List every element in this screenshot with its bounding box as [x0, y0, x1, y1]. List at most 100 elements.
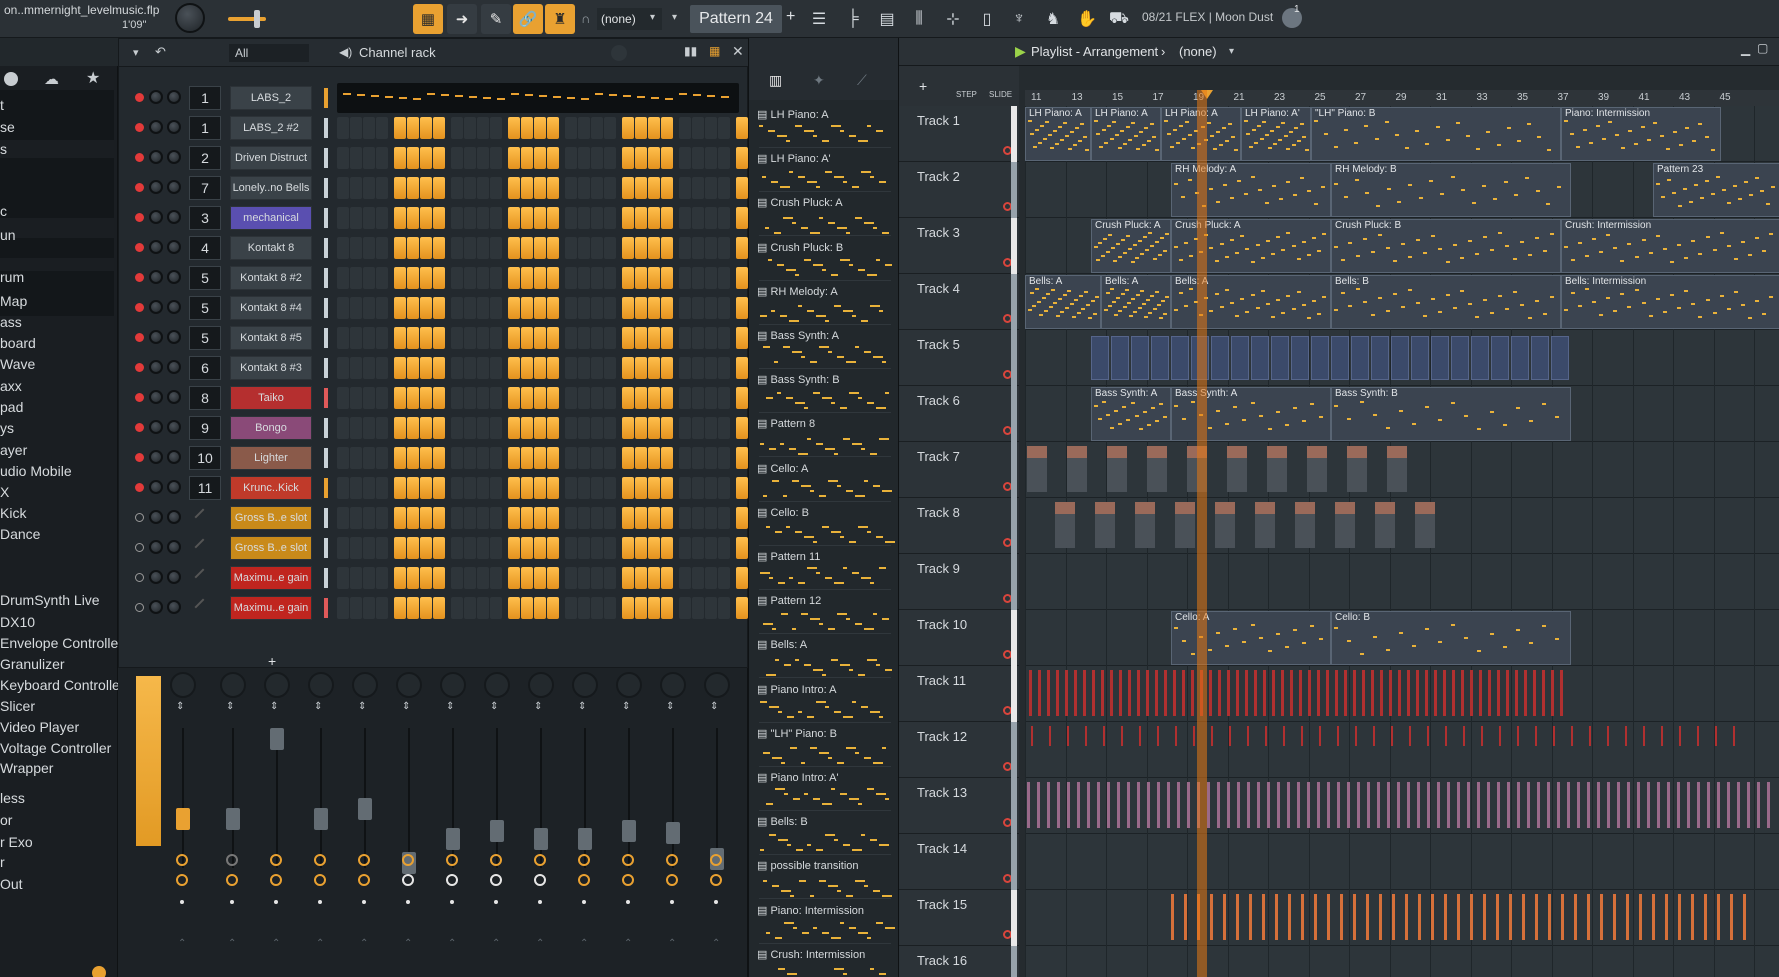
step-button[interactable]: [508, 207, 520, 229]
step-button[interactable]: [376, 567, 388, 589]
step-button[interactable]: [337, 417, 349, 439]
step-button[interactable]: [692, 297, 704, 319]
audio-hit[interactable]: [1553, 726, 1555, 746]
fader-handle[interactable]: [176, 808, 190, 830]
step-button[interactable]: [604, 177, 616, 199]
track-select-bar[interactable]: [1011, 778, 1017, 834]
track-header[interactable]: Track 2: [899, 162, 1019, 218]
step-button[interactable]: [591, 177, 603, 199]
step-button[interactable]: [337, 537, 349, 559]
mixer-knob-icon[interactable]: [176, 854, 188, 866]
step-button[interactable]: [718, 267, 730, 289]
fader-handle[interactable]: [534, 828, 548, 850]
master-pitch-slider[interactable]: [228, 17, 266, 21]
step-button[interactable]: [578, 207, 590, 229]
step-button[interactable]: [661, 117, 673, 139]
step-button[interactable]: [565, 297, 577, 319]
step-button[interactable]: [363, 267, 375, 289]
audio-hit[interactable]: [1717, 894, 1720, 940]
step-button[interactable]: [622, 447, 634, 469]
step-button[interactable]: [622, 117, 634, 139]
audio-hit[interactable]: [1589, 726, 1591, 746]
step-button[interactable]: [635, 177, 647, 199]
mixer-send-knob[interactable]: [440, 672, 466, 698]
step-button[interactable]: [736, 477, 748, 499]
playhead-marker[interactable]: [1197, 90, 1207, 977]
step-button[interactable]: [565, 207, 577, 229]
channel-select-bar[interactable]: [324, 568, 328, 588]
audio-hit[interactable]: [1597, 782, 1600, 828]
track-select-bar[interactable]: [1011, 106, 1017, 162]
step-button[interactable]: [490, 387, 502, 409]
step-button[interactable]: [635, 537, 647, 559]
add-pattern-button[interactable]: +: [786, 8, 795, 26]
step-button[interactable]: [350, 477, 362, 499]
audio-hit[interactable]: [1236, 670, 1239, 716]
step-button[interactable]: [508, 177, 520, 199]
audio-hit[interactable]: [1417, 782, 1420, 828]
audio-hit[interactable]: [1049, 726, 1051, 746]
audio-hit[interactable]: [1479, 670, 1482, 716]
step-button[interactable]: [376, 267, 388, 289]
step-button[interactable]: [464, 447, 476, 469]
mixer-knob-icon[interactable]: [270, 854, 282, 866]
step-button[interactable]: [578, 537, 590, 559]
step-button[interactable]: [420, 177, 432, 199]
audio-hit[interactable]: [1377, 782, 1380, 828]
drum-hit-clip[interactable]: [1295, 502, 1315, 548]
mixer-send-knob[interactable]: [704, 672, 730, 698]
step-button[interactable]: [565, 177, 577, 199]
step-label[interactable]: STEP: [956, 90, 977, 99]
step-button[interactable]: [337, 507, 349, 529]
audio-hit[interactable]: [1281, 670, 1284, 716]
audio-hit[interactable]: [1561, 894, 1564, 940]
step-button[interactable]: [433, 507, 445, 529]
browser-item[interactable]: DrumSynth Live: [0, 590, 100, 610]
picker-pattern-item[interactable]: ▤ Piano: Intermission: [757, 904, 895, 948]
step-button[interactable]: [521, 117, 533, 139]
step-button[interactable]: [350, 177, 362, 199]
step-button[interactable]: [337, 327, 349, 349]
step-button[interactable]: [420, 357, 432, 379]
pattern-clip[interactable]: LH Piano: A': [1241, 107, 1311, 161]
audio-hit[interactable]: [1397, 782, 1400, 828]
browser-item[interactable]: ys: [0, 418, 14, 438]
track-select-bar[interactable]: [1011, 890, 1017, 946]
channel-select-bar[interactable]: [324, 508, 328, 528]
step-button[interactable]: [679, 147, 691, 169]
mixer-send-knob[interactable]: [484, 672, 510, 698]
audio-hit[interactable]: [1405, 894, 1408, 940]
audio-hit[interactable]: [1537, 782, 1540, 828]
step-button[interactable]: [490, 447, 502, 469]
drum-hit-clip[interactable]: [1147, 446, 1167, 492]
mixer-knob-icon[interactable]: [402, 854, 414, 866]
picker-pattern-item[interactable]: ▤ possible transition: [757, 859, 893, 903]
mixer-route-icon[interactable]: ⌃: [580, 938, 588, 949]
step-button[interactable]: [477, 327, 489, 349]
step-button[interactable]: [705, 477, 717, 499]
step-button[interactable]: [407, 567, 419, 589]
step-button[interactable]: [376, 237, 388, 259]
step-button[interactable]: [451, 297, 463, 319]
audio-hit[interactable]: [1367, 782, 1370, 828]
step-button[interactable]: [679, 237, 691, 259]
audio-hit[interactable]: [1167, 782, 1170, 828]
draw-tool-icon[interactable]: ✎: [481, 4, 511, 34]
step-button[interactable]: [534, 417, 546, 439]
step-button[interactable]: [718, 207, 730, 229]
step-button[interactable]: [477, 237, 489, 259]
audio-hit[interactable]: [1757, 782, 1760, 828]
step-button[interactable]: [363, 237, 375, 259]
audio-hit[interactable]: [1391, 726, 1393, 746]
step-button[interactable]: [565, 537, 577, 559]
audio-hit[interactable]: [1237, 782, 1240, 828]
audio-hit[interactable]: [1697, 726, 1699, 746]
step-button[interactable]: [508, 387, 520, 409]
audio-hit[interactable]: [1613, 894, 1616, 940]
audio-hit[interactable]: [1227, 782, 1230, 828]
step-button[interactable]: [490, 597, 502, 619]
audio-hit[interactable]: [1517, 782, 1520, 828]
step-button[interactable]: [394, 567, 406, 589]
step-button[interactable]: [534, 507, 546, 529]
picker-pattern-item[interactable]: ▤ Bass Synth: B: [757, 373, 893, 417]
